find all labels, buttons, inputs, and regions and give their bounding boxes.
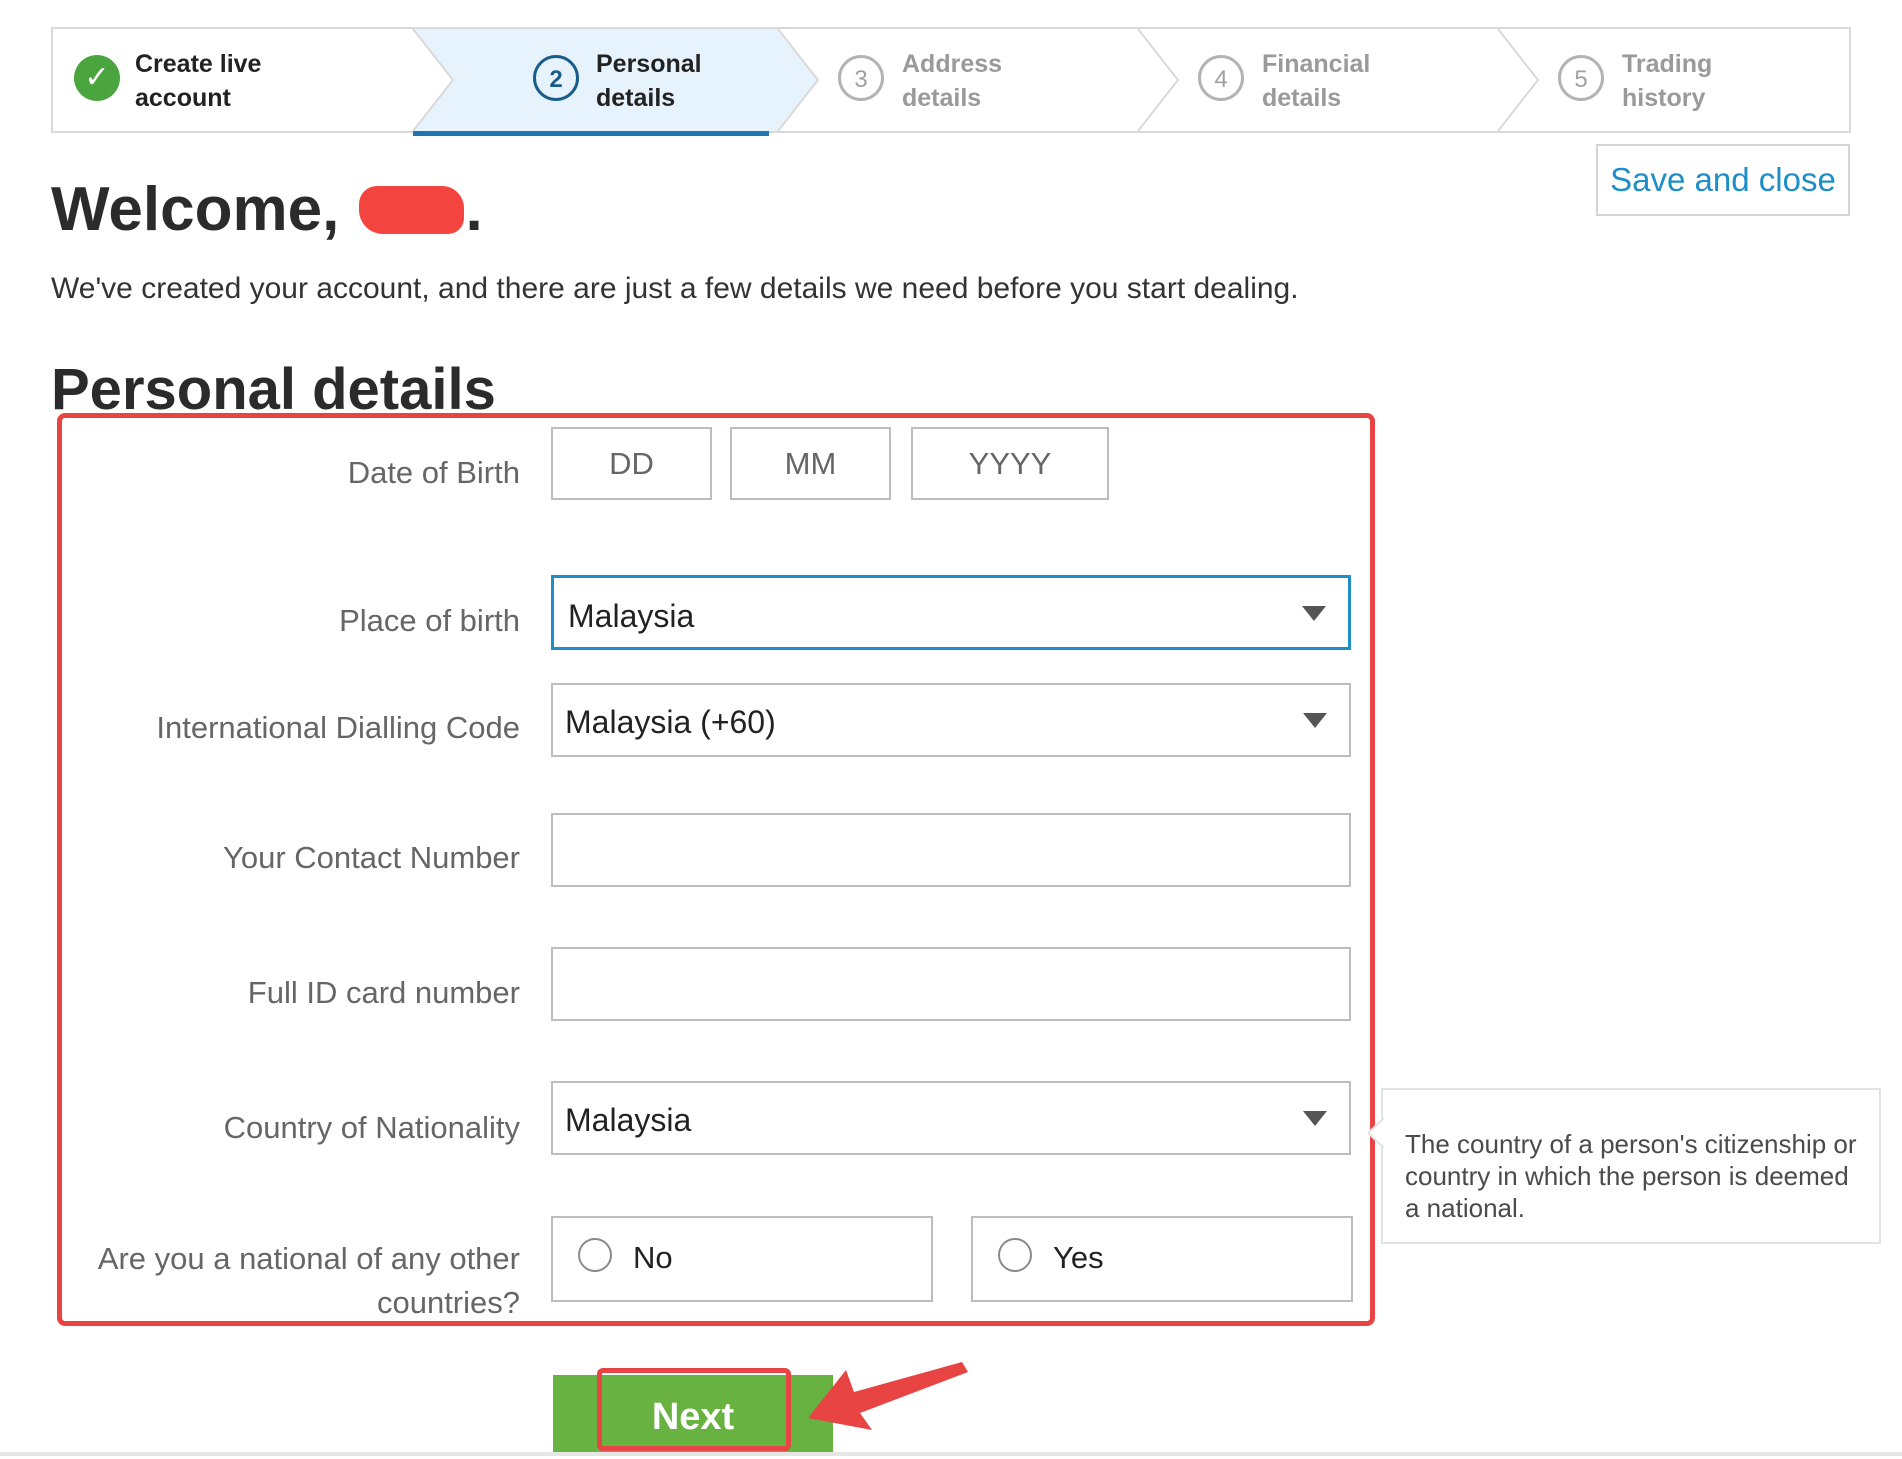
page-bottom-divider [0, 1452, 1902, 1456]
dob-day-input[interactable]: DD [551, 427, 712, 500]
dob-year-input[interactable]: YYYY [911, 427, 1109, 500]
chevron-down-icon [1303, 1111, 1327, 1126]
chevron-down-icon [1302, 605, 1326, 621]
dialling-code-value: Malaysia (+60) [565, 704, 776, 740]
welcome-heading: Welcome, . [51, 175, 483, 244]
contact-number-label: Your Contact Number [223, 840, 520, 875]
step-address-details: 3 Address details [818, 29, 1138, 131]
radio-circle-icon [998, 1238, 1032, 1272]
tooltip-pointer [1368, 1118, 1384, 1148]
other-national-label: Are you a national of any other countrie… [97, 1241, 520, 1320]
place-of-birth-select[interactable]: Malaysia [551, 575, 1351, 650]
progress-stepper: ✓ Create live account 2 Personal details… [51, 27, 1851, 133]
step-label: Address details [902, 50, 1003, 112]
contact-number-input[interactable] [551, 813, 1351, 887]
radio-label: Yes [1053, 1240, 1104, 1275]
nationality-value: Malaysia [565, 1102, 692, 1138]
step-number-5-icon: 5 [1558, 55, 1604, 101]
step-financial-details: 4 Financial details [1178, 29, 1498, 131]
annotation-highlight-box [597, 1368, 791, 1451]
annotation-arrow-icon [808, 1362, 968, 1430]
step-label: Trading history [1622, 50, 1713, 112]
save-and-close-button[interactable]: Save and close [1596, 144, 1850, 216]
step-number-3-icon: 3 [838, 55, 884, 101]
other-national-yes-option[interactable]: Yes [971, 1216, 1353, 1302]
id-card-label: Full ID card number [247, 975, 520, 1010]
radio-label: No [633, 1240, 673, 1275]
chevron-down-icon [1303, 713, 1327, 728]
nationality-label: Country of Nationality [223, 1110, 520, 1145]
redacted-name [358, 186, 464, 234]
dialling-code-select[interactable]: Malaysia (+60) [551, 683, 1351, 757]
step-number-4-icon: 4 [1198, 55, 1244, 101]
step-trading-history: 5 Trading history [1538, 29, 1838, 131]
place-of-birth-value: Malaysia [568, 598, 695, 634]
intro-text: We've created your account, and there ar… [51, 272, 1299, 305]
place-of-birth-label: Place of birth [339, 603, 520, 638]
tooltip-text: The country of a person's citizenship or… [1405, 1129, 1857, 1223]
radio-circle-icon [578, 1238, 612, 1272]
other-national-no-option[interactable]: No [551, 1216, 933, 1302]
nationality-select[interactable]: Malaysia [551, 1081, 1351, 1155]
step-label: Financial details [1262, 50, 1371, 112]
dob-label: Date of Birth [347, 455, 520, 490]
dialling-code-label: International Dialling Code [156, 710, 520, 745]
id-card-input[interactable] [551, 947, 1351, 1021]
active-step-indicator [413, 131, 769, 136]
nationality-tooltip: The country of a person's citizenship or… [1368, 1088, 1881, 1244]
dob-month-input[interactable]: MM [730, 427, 891, 500]
